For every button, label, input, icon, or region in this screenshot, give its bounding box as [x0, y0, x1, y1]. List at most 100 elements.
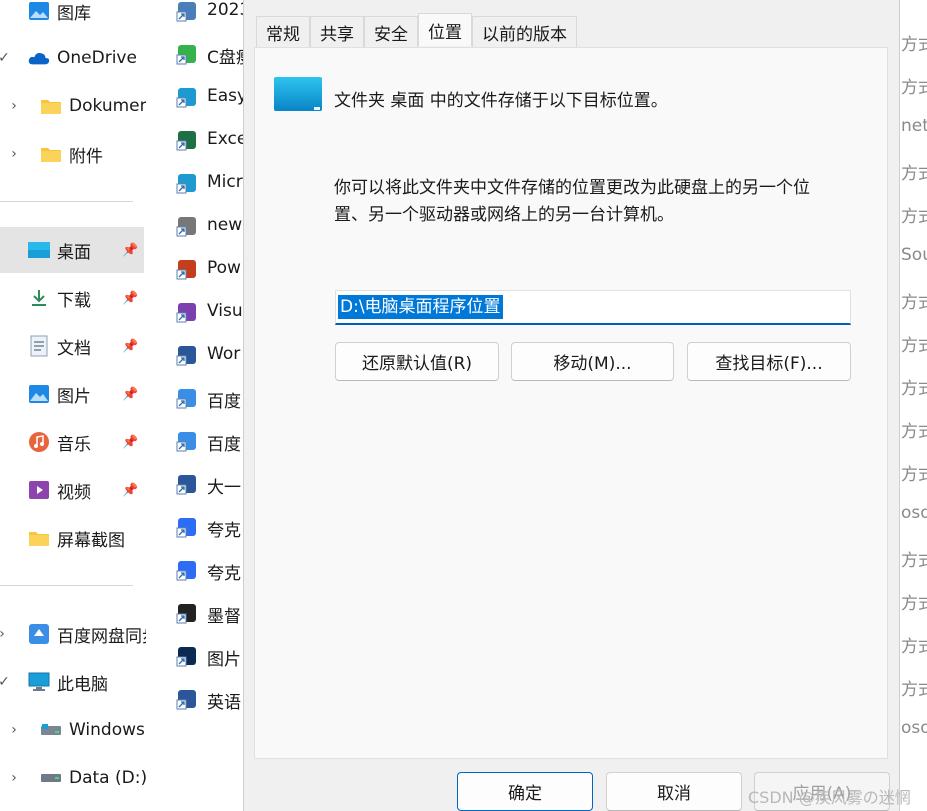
nav-item-gallery[interactable]: 图库: [0, 0, 146, 34]
nav-item-videos[interactable]: 视频 📌: [0, 467, 146, 513]
tab-general[interactable]: 常规: [256, 16, 310, 47]
file-type-text: 方式: [901, 78, 927, 98]
quark-cloud-shortcut-icon: [176, 559, 198, 581]
cancel-button[interactable]: 取消: [606, 772, 742, 811]
ok-button[interactable]: 确定: [457, 772, 593, 811]
pin-icon[interactable]: 📌: [122, 483, 138, 498]
file-name[interactable]: C盘瘦身: [207, 43, 246, 68]
properties-dialog: 常规 共享 安全 位置 以前的版本 文件夹 桌面 中的文件存储于以下目标位置。 …: [243, 0, 900, 811]
chevron-right-icon[interactable]: ›: [8, 146, 20, 162]
file-type-text: 方式: [901, 35, 927, 55]
file-name[interactable]: 百度: [207, 430, 241, 455]
nav-item-documents[interactable]: 文档 📌: [0, 323, 146, 369]
target-path-input[interactable]: D:\电脑桌面程序位置: [335, 290, 851, 325]
file-name[interactable]: new: [207, 215, 242, 235]
pin-icon[interactable]: 📌: [122, 387, 138, 402]
file-type-text: oso: [901, 503, 927, 523]
file-type-text: 方式: [901, 379, 927, 399]
cleaner-shortcut-icon: [176, 43, 198, 65]
desktop-icon: [28, 240, 50, 260]
file-type-text: 方式: [901, 207, 927, 227]
file-name[interactable]: 2023: [207, 0, 246, 20]
folder-icon: [40, 96, 62, 116]
pin-icon[interactable]: 📌: [122, 291, 138, 306]
chevron-right-icon[interactable]: ›: [0, 626, 8, 642]
file-type-text: 方式: [901, 594, 927, 614]
file-name[interactable]: 大一: [207, 473, 241, 498]
file-type-text: net: [901, 116, 927, 136]
nav-divider: [0, 201, 133, 202]
file-type-text: 方式: [901, 551, 927, 571]
tab-previous-versions[interactable]: 以前的版本: [472, 16, 577, 47]
file-name[interactable]: 夸克: [207, 559, 241, 584]
nav-item-baidu-sync[interactable]: › 百度网盘同步: [0, 611, 146, 657]
chevron-right-icon[interactable]: ›: [8, 770, 20, 786]
file-name[interactable]: 图片: [207, 645, 241, 670]
nav-item-onedrive[interactable]: ✓ OneDrive: [0, 35, 146, 81]
file-name[interactable]: Pow: [207, 258, 241, 278]
baidu-netdisk-shortcut-icon: [176, 430, 198, 452]
tab-security[interactable]: 安全: [364, 16, 418, 47]
nav-item-music[interactable]: 音乐 📌: [0, 419, 146, 465]
nav-item-attachments[interactable]: › 附件: [0, 131, 146, 177]
location-panel: 文件夹 桌面 中的文件存储于以下目标位置。 你可以将此文件夹中文件存储的位置更改…: [254, 47, 888, 759]
quark-shortcut-icon: [176, 516, 198, 538]
nav-label: 视频: [57, 482, 91, 503]
pin-icon[interactable]: 📌: [122, 243, 138, 258]
chevron-right-icon[interactable]: ›: [8, 722, 20, 738]
target-path-value: D:\电脑桌面程序位置: [338, 295, 503, 319]
gallery-icon: [28, 1, 50, 21]
nav-item-downloads[interactable]: 下载 📌: [0, 275, 146, 321]
move-button[interactable]: 移动(M)...: [511, 342, 674, 381]
file-name[interactable]: Excel: [207, 129, 246, 149]
nav-label: 屏幕截图: [57, 530, 125, 551]
pin-icon[interactable]: 📌: [122, 435, 138, 450]
music-icon: [28, 432, 50, 452]
file-type-text: 方式: [901, 422, 927, 442]
file-type-text: oso: [901, 718, 927, 738]
nav-label: 附件: [69, 146, 103, 167]
expanded-chevron-icon[interactable]: ✓: [0, 50, 10, 66]
nav-item-data-drive[interactable]: › Data (D:): [0, 755, 146, 801]
tab-sharing[interactable]: 共享: [310, 16, 364, 47]
baidu-netdisk-icon: [28, 624, 50, 644]
file-name[interactable]: Wor: [207, 344, 240, 364]
document-icon: [28, 335, 50, 357]
nav-label: Data (D:): [69, 768, 146, 788]
nav-item-screenshots[interactable]: 屏幕截图: [0, 515, 146, 561]
file-name[interactable]: 百度: [207, 387, 241, 412]
nav-item-dokumente[interactable]: › Dokumente: [0, 83, 146, 129]
edge-shortcut-icon: [176, 172, 198, 194]
file-type-text: Sou: [901, 245, 927, 265]
file-name[interactable]: 夸克: [207, 516, 241, 541]
download-icon: [28, 288, 50, 308]
location-heading: 文件夹 桌面 中的文件存储于以下目标位置。: [334, 91, 668, 111]
file-name[interactable]: 英语: [207, 688, 241, 713]
nav-label: OneDrive: [57, 48, 137, 68]
video-icon: [28, 480, 50, 500]
nav-item-windows-drive[interactable]: › Windows: [0, 707, 146, 753]
file-name[interactable]: Easy: [207, 86, 246, 106]
cloud-icon: [28, 48, 50, 68]
file-name[interactable]: Visu: [207, 301, 243, 321]
nav-item-desktop[interactable]: 桌面 📌: [0, 227, 144, 273]
nav-label: 音乐: [57, 434, 91, 455]
file-list: 2023C盘瘦身EasyExcelMicrnewPowVisuWor百度百度大一…: [146, 0, 246, 811]
pin-icon[interactable]: 📌: [122, 339, 138, 354]
nav-label: Windows: [69, 720, 145, 740]
file-type-column: 方式方式net方式方式Sou方式方式方式方式方式oso方式方式方式方式oso: [900, 0, 927, 811]
nav-item-pictures[interactable]: 图片 📌: [0, 371, 146, 417]
restore-default-button[interactable]: 还原默认值(R): [335, 342, 499, 381]
drive-icon: [40, 768, 62, 788]
excel-shortcut-icon: [176, 129, 198, 151]
tab-location[interactable]: 位置: [418, 13, 472, 46]
file-type-text: 方式: [901, 336, 927, 356]
nav-item-this-pc[interactable]: ✓ 此电脑: [0, 659, 146, 705]
chevron-right-icon[interactable]: ›: [8, 98, 20, 114]
navigation-pane: 图库 ✓ OneDrive › Dokumente › 附件 桌面 📌 下载: [0, 0, 146, 811]
expanded-chevron-icon[interactable]: ✓: [0, 674, 10, 690]
file-name[interactable]: 墨督: [207, 602, 241, 627]
file-name[interactable]: Micr: [207, 172, 243, 192]
find-target-button[interactable]: 查找目标(F)...: [687, 342, 851, 381]
nav-label: Dokumente: [69, 96, 146, 116]
